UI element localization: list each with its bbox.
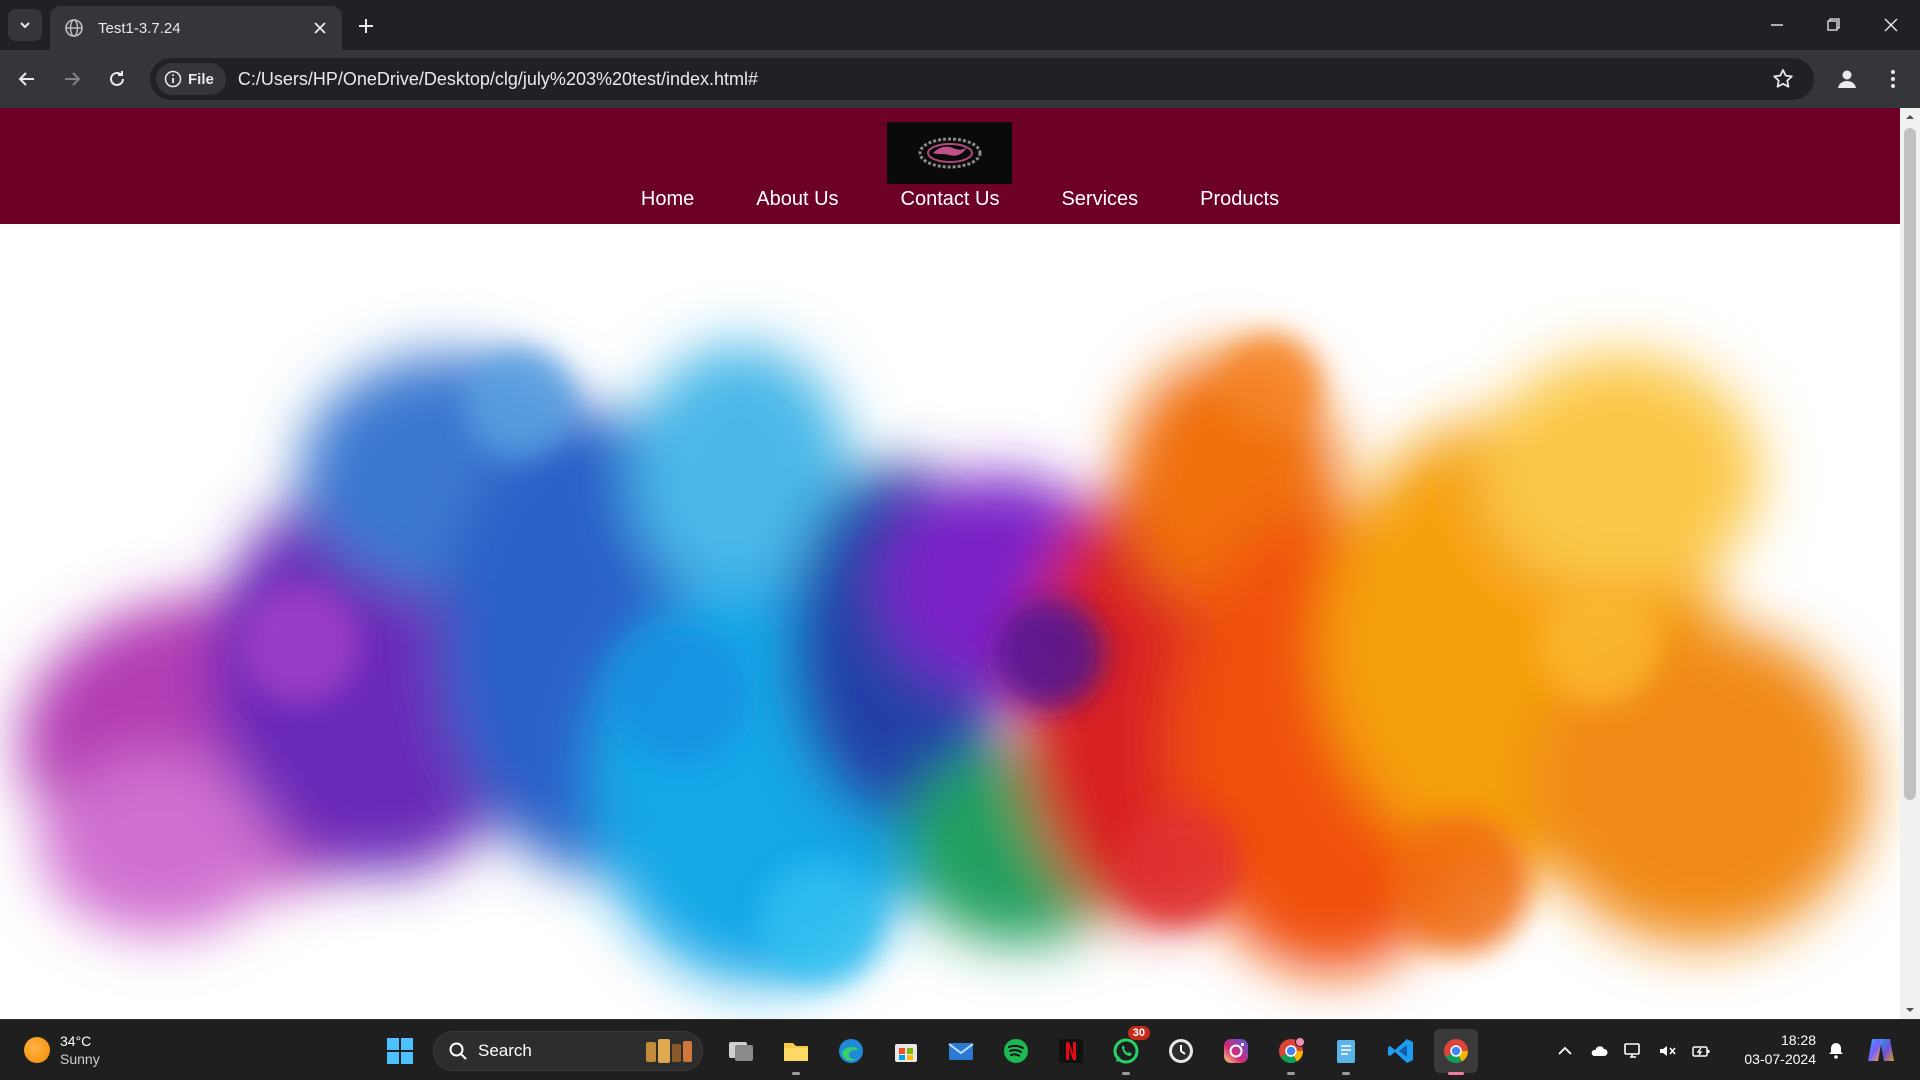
chevron-down-icon [20,22,30,29]
folder-icon [784,1043,808,1061]
copilot-icon[interactable] [1864,1033,1898,1067]
close-icon[interactable] [310,18,330,38]
scroll-down-arrow-icon[interactable] [1905,1005,1915,1015]
system-clock[interactable]: 18:28 03-07-2024 [1736,1031,1816,1069]
site-info-chip[interactable]: File [156,63,226,95]
back-arrow-icon[interactable] [14,66,40,92]
site-logo[interactable] [887,122,1012,184]
clock-time: 18:28 [1780,1032,1816,1048]
taskbar-search-box[interactable]: Search [433,1031,703,1071]
site-header: Home About Us Contact Us Services Produc… [0,108,1900,224]
nav-link-about-us[interactable]: About Us [756,188,838,211]
logo-emblem-icon [918,137,981,169]
mail-icon [948,1043,974,1060]
file-explorer-button[interactable] [774,1029,818,1075]
microsoft-store-button[interactable] [884,1029,928,1073]
chrome-icon [1444,1039,1468,1064]
reload-icon[interactable] [104,66,130,92]
site-chip-label: File [188,70,214,88]
tab-search-button[interactable] [8,9,42,41]
nav-link-home[interactable]: Home [641,188,694,211]
vscode-icon [1388,1039,1413,1063]
clock-icon [1169,1039,1193,1063]
whatsapp-button[interactable]: 30 [1104,1026,1150,1075]
menu-kebab-icon[interactable] [1880,66,1906,92]
vscode-button[interactable] [1379,1029,1423,1073]
battery-charging-icon[interactable] [1691,1041,1711,1061]
page-viewport: Home About Us Contact Us Services Produc… [0,108,1920,1019]
store-icon [895,1044,917,1062]
restore-icon[interactable] [1820,12,1846,38]
instagram-button[interactable] [1214,1029,1258,1073]
sun-icon [24,1037,50,1063]
task-view-button[interactable] [719,1029,763,1073]
url-text[interactable]: C:/Users/HP/OneDrive/Desktop/clg/july%20… [238,69,1770,90]
tab-strip: Test1-3.7.24 [0,0,1920,50]
edge-button[interactable] [829,1029,873,1073]
chevron-up-icon[interactable] [1555,1041,1575,1061]
nav-link-products[interactable]: Products [1200,188,1279,211]
taskbar-apps: Search 30 [378,1026,1489,1075]
search-label: Search [478,1041,532,1060]
weather-condition: Sunny [60,1051,100,1067]
system-tray [1555,1034,1711,1068]
address-bar[interactable]: File C:/Users/HP/OneDrive/Desktop/clg/ju… [150,58,1814,100]
hero-image [0,224,1900,1019]
clock-app-button[interactable] [1159,1029,1203,1073]
tab-title: Test1-3.7.24 [98,19,181,37]
globe-icon [65,19,83,37]
netflix-icon [1059,1039,1083,1063]
chrome-button[interactable] [1434,1029,1478,1075]
chrome-profile-button[interactable] [1269,1029,1313,1075]
color-smoke-illustration [20,334,1870,984]
scroll-up-arrow-icon[interactable] [1905,112,1915,122]
mail-button[interactable] [939,1029,983,1073]
new-tab-button[interactable] [354,14,378,38]
windows-start-button[interactable] [378,1029,422,1073]
spotify-icon [1004,1039,1028,1063]
search-icon [449,1042,467,1060]
whatsapp-icon [1113,1038,1139,1064]
task-view-icon [729,1042,753,1061]
whatsapp-unread-badge: 30 [1127,1026,1150,1040]
browser-toolbar: File C:/Users/HP/OneDrive/Desktop/clg/ju… [0,50,1920,108]
profile-icon[interactable] [1834,66,1860,92]
close-window-icon[interactable] [1878,12,1904,38]
nav-link-contact-us[interactable]: Contact Us [901,188,1000,211]
notification-bell-icon[interactable] [1826,1040,1846,1060]
edge-icon [839,1039,863,1063]
network-icon[interactable] [1623,1041,1643,1061]
site-nav: Home About Us Contact Us Services Produc… [0,188,1900,211]
weather-temperature: 34°C [60,1033,92,1049]
nav-link-services[interactable]: Services [1061,188,1138,211]
speaker-muted-icon[interactable] [1657,1041,1677,1061]
windows-taskbar: 34°C Sunny Search 30 18:28 03-07-2024 [0,1019,1920,1080]
spotify-button[interactable] [994,1029,1038,1073]
onedrive-cloud-icon[interactable] [1589,1041,1609,1061]
notepad-icon [1337,1040,1355,1063]
page-scrollbar[interactable] [1900,108,1920,1019]
weather-widget[interactable]: 34°C Sunny [24,1032,100,1068]
windows-logo-icon [387,1038,413,1064]
forward-arrow-icon[interactable] [59,66,85,92]
bookmark-star-icon[interactable] [1770,66,1796,92]
search-highlight-illustration-icon [646,1039,692,1063]
scrollbar-thumb[interactable] [1904,128,1916,800]
clock-date: 03-07-2024 [1744,1051,1816,1067]
notepad-button[interactable] [1324,1029,1368,1075]
netflix-button[interactable] [1049,1029,1093,1073]
info-icon [164,70,182,88]
browser-tab[interactable]: Test1-3.7.24 [50,6,342,50]
chrome-profile-icon [1279,1037,1305,1064]
instagram-icon [1224,1039,1248,1063]
minimize-icon[interactable] [1764,12,1790,38]
